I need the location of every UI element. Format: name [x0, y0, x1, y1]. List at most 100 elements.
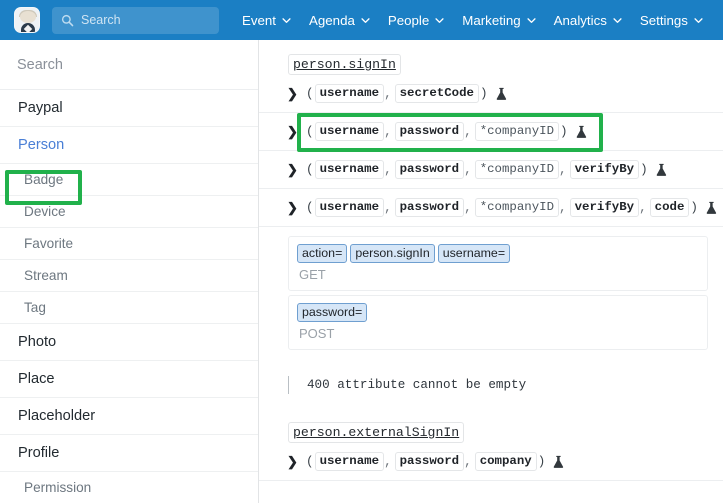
- chevron-right-icon[interactable]: ❯: [287, 86, 298, 102]
- chevron-right-icon[interactable]: ❯: [287, 124, 298, 140]
- param-chip[interactable]: username: [314, 160, 385, 179]
- menu-item-settings[interactable]: Settings: [631, 0, 712, 40]
- signature-row[interactable]: ❯(username, password, *companyID): [259, 113, 723, 151]
- main-content: person.signIn ❯(username, secretCode) ❯(us…: [259, 40, 723, 503]
- menu-item-label: Analytics: [553, 12, 607, 28]
- param-chip[interactable]: password: [394, 198, 465, 217]
- param-separator: ,: [559, 200, 567, 215]
- user-avatar[interactable]: [14, 7, 40, 33]
- menu-item-label: Agenda: [309, 12, 355, 28]
- menu-item-marketing[interactable]: Marketing: [453, 0, 544, 40]
- sidebar-item-label: Profile: [18, 445, 60, 461]
- try-it-flask-button[interactable]: [655, 163, 668, 177]
- flask-icon[interactable]: [655, 163, 668, 177]
- param-chip[interactable]: *companyID: [474, 122, 560, 141]
- param-chip[interactable]: username: [314, 198, 385, 217]
- param-separator: ,: [464, 454, 472, 469]
- param-chip[interactable]: *companyID: [474, 160, 560, 179]
- menu-item-label: Marketing: [462, 12, 521, 28]
- request-token[interactable]: person.signIn: [350, 244, 435, 263]
- error-message: 400 attribute cannot be empty: [288, 376, 723, 394]
- open-paren: (: [306, 162, 314, 177]
- param-chip[interactable]: code: [649, 198, 690, 217]
- sidebar-item-place[interactable]: Place: [0, 361, 258, 398]
- close-paren: ): [560, 124, 568, 139]
- param-separator: ,: [464, 124, 472, 139]
- param-separator: ,: [464, 200, 472, 215]
- sidebar-item-placeholder[interactable]: Placeholder: [0, 398, 258, 435]
- menu-item-event[interactable]: Event: [233, 0, 300, 40]
- signature-row[interactable]: ❯ (username, secretCode): [259, 75, 723, 113]
- menu-item-agenda[interactable]: Agenda: [300, 0, 379, 40]
- sidebar-item-favorite[interactable]: Favorite: [0, 228, 258, 260]
- sidebar-item-paypal[interactable]: Paypal: [0, 90, 258, 127]
- operation-title-person-externalsignin[interactable]: person.externalSignIn: [288, 422, 465, 443]
- param-chip[interactable]: username: [314, 122, 385, 141]
- param-chip[interactable]: password: [394, 160, 465, 179]
- close-paren: ): [640, 162, 648, 177]
- global-search-box[interactable]: [52, 6, 219, 34]
- param-chip[interactable]: verifyBy: [569, 160, 640, 179]
- request-token[interactable]: password=: [297, 303, 368, 322]
- signature-list: ❯(username, secretCode) ❯(username, passwor…: [259, 75, 723, 227]
- sidebar-item-profile[interactable]: Profile: [0, 435, 258, 472]
- sidebar-item-label: Stream: [24, 268, 68, 283]
- param-chip[interactable]: *companyID: [474, 198, 560, 217]
- sidebar-item-stream[interactable]: Stream: [0, 260, 258, 292]
- flask-icon[interactable]: [552, 455, 565, 469]
- flask-icon[interactable]: [495, 87, 508, 101]
- sidebar-item-label: Device: [24, 204, 66, 219]
- request-token[interactable]: action=: [297, 244, 348, 263]
- sidebar-item-person[interactable]: Person: [0, 127, 258, 164]
- param-separator: ,: [384, 124, 392, 139]
- param-chip[interactable]: password: [394, 452, 465, 471]
- menu-item-label: People: [387, 12, 430, 28]
- http-method-label: POST: [299, 326, 335, 341]
- sidebar-nav-list: Paypal Person Badge Device Favorite Stream Tag…: [0, 90, 258, 503]
- main-menu: Event Agenda People Marketing Analytics: [233, 0, 712, 40]
- error-accent-bar: [288, 376, 289, 394]
- chevron-right-icon[interactable]: ❯: [287, 200, 298, 216]
- flask-icon[interactable]: [705, 201, 718, 215]
- param-chip[interactable]: verifyBy: [569, 198, 640, 217]
- sidebar-item-photo[interactable]: Photo: [0, 324, 258, 361]
- try-it-flask-button[interactable]: [575, 125, 588, 139]
- global-search-input[interactable]: [81, 13, 201, 27]
- operation-title-person-signin[interactable]: person.signIn: [288, 54, 401, 75]
- request-block[interactable]: password= POST: [288, 295, 708, 350]
- close-paren: ): [479, 86, 488, 101]
- param-chip[interactable]: username: [314, 84, 385, 103]
- try-it-flask-button[interactable]: [705, 201, 718, 215]
- sidebar-search[interactable]: Search: [0, 40, 258, 90]
- sidebar-item-tag[interactable]: Tag: [0, 292, 258, 324]
- param-separator: ,: [384, 200, 392, 215]
- try-it-flask-button[interactable]: [552, 455, 565, 469]
- signature-row[interactable]: ❯(username, password, *companyID, verifyBy): [259, 151, 723, 189]
- error-text: 400 attribute cannot be empty: [307, 378, 527, 392]
- param-chip[interactable]: company: [474, 452, 537, 471]
- flask-icon[interactable]: [575, 125, 588, 139]
- param-chip[interactable]: secretCode: [394, 84, 479, 103]
- request-token[interactable]: username=: [437, 244, 511, 263]
- sidebar-item-device[interactable]: Device: [0, 196, 258, 228]
- chevron-down-icon: [282, 17, 291, 23]
- open-paren: (: [306, 454, 314, 469]
- chevron-right-icon[interactable]: ❯: [287, 162, 298, 178]
- request-block-list: action= person.signIn username= GET password…: [259, 236, 723, 350]
- param-chip[interactable]: username: [314, 452, 385, 471]
- signature-row[interactable]: ❯(username, password, *companyID, verifyBy,…: [259, 189, 723, 227]
- menu-item-analytics[interactable]: Analytics: [545, 0, 631, 40]
- signature-list-secondary: ❯(username, password, company): [259, 443, 723, 481]
- request-token-line: password=: [297, 303, 699, 322]
- request-block[interactable]: action= person.signIn username= GET: [288, 236, 708, 291]
- sidebar-item-badge[interactable]: Badge: [0, 164, 258, 196]
- param-chip[interactable]: password: [394, 122, 465, 141]
- chevron-right-icon[interactable]: ❯: [287, 454, 298, 470]
- sidebar-search-label: Search: [17, 56, 63, 73]
- chevron-down-icon: [613, 17, 622, 23]
- sidebar-item-permission[interactable]: Permission: [0, 472, 258, 503]
- try-it-flask-button[interactable]: [495, 87, 508, 101]
- signature-row[interactable]: ❯(username, password, company): [259, 443, 723, 481]
- menu-item-people[interactable]: People: [379, 0, 453, 40]
- sidebar-item-label: Favorite: [24, 236, 74, 251]
